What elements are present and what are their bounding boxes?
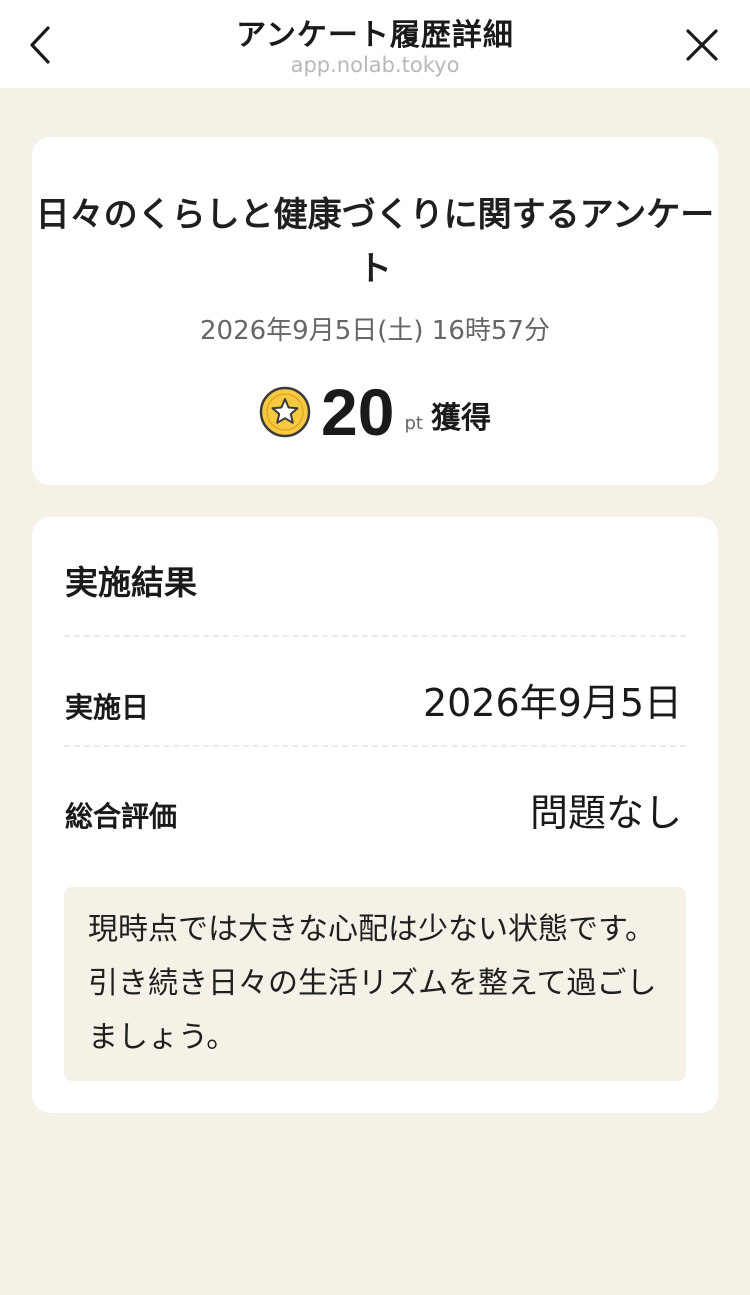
overall-rating-label: 総合評価	[65, 800, 178, 833]
page-domain: app.nolab.tokyo	[290, 53, 460, 77]
points-earned: 20 pt 獲得	[0, 372, 750, 452]
close-icon	[686, 29, 718, 61]
top-navigation-bar: アンケート履歴詳細 app.nolab.tokyo	[0, 0, 750, 88]
implementation-date-value: 2026年9月5日	[422, 681, 682, 725]
star-coin-icon	[259, 386, 311, 438]
points-value: 20	[321, 375, 395, 449]
result-heading: 実施結果	[65, 563, 197, 602]
points-suffix: 獲得	[430, 401, 491, 436]
result-comment: 現時点では大きな心配は少ない状態です。引き続き日々の生活リズムを整えて過ごしまし…	[88, 912, 657, 1055]
survey-title: 日々のくらしと健康づくりに関するアンケート	[35, 195, 715, 289]
survey-datetime: 2026年9月5日(土) 16時57分	[200, 316, 550, 346]
overall-rating-value: 問題なし	[529, 791, 682, 835]
divider	[64, 745, 686, 747]
page-title: アンケート履歴詳細	[236, 18, 514, 53]
close-button[interactable]	[682, 22, 722, 68]
points-unit: pt	[404, 412, 423, 434]
implementation-date-label: 実施日	[65, 691, 150, 724]
divider	[64, 635, 686, 637]
